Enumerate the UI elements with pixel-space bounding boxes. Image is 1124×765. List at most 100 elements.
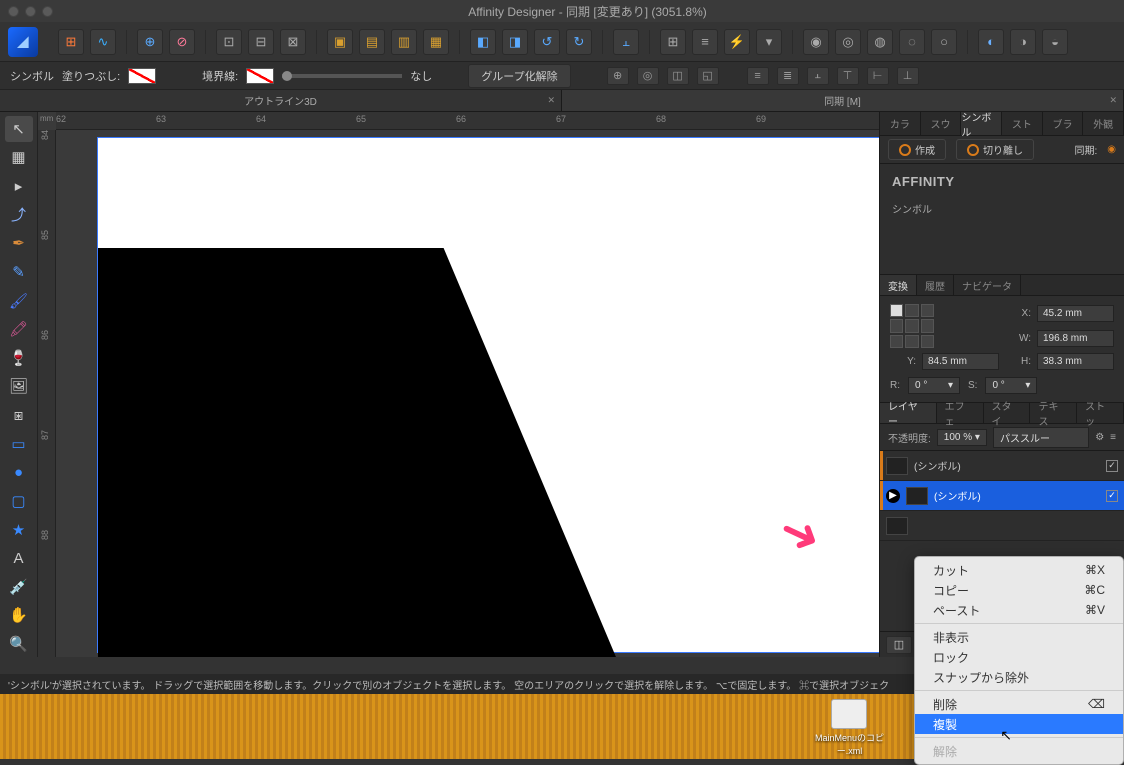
menu-cut[interactable]: カット⌘X xyxy=(915,560,1123,580)
canvas[interactable] xyxy=(56,130,879,657)
flip-v-button[interactable]: ◨ xyxy=(502,29,528,55)
menu-duplicate[interactable]: 複製 xyxy=(915,714,1123,734)
pencil-tool[interactable]: ✎ xyxy=(5,259,33,285)
close-icon[interactable]: ✕ xyxy=(547,95,555,106)
release-button[interactable]: ◒ xyxy=(1042,29,1068,55)
layer-row[interactable] xyxy=(880,511,1124,541)
menu-delete[interactable]: 削除⌫ xyxy=(915,694,1123,714)
text-tool[interactable]: A xyxy=(5,545,33,571)
hand-tool[interactable]: ✋ xyxy=(5,603,33,629)
black-shape-object[interactable] xyxy=(98,248,638,657)
minimize-window-button[interactable] xyxy=(25,6,36,17)
stroke-swatch[interactable] xyxy=(246,68,274,84)
image-tool[interactable]: 🖼 xyxy=(5,374,33,400)
gear-icon[interactable]: ⚙ xyxy=(1095,432,1104,443)
crop-tool[interactable]: ⧆ xyxy=(5,402,33,428)
corner-tool[interactable]: ⤴ xyxy=(5,202,33,228)
bool-add-button[interactable]: ◉ xyxy=(803,29,829,55)
menu-snap-exclude[interactable]: スナップから除外 xyxy=(915,667,1123,687)
grid-button[interactable]: ⊞ xyxy=(660,29,686,55)
tab-symbol[interactable]: シンボル xyxy=(961,112,1002,135)
arrange-back-button[interactable]: ▦ xyxy=(423,29,449,55)
ungroup-button[interactable]: グループ化解除 xyxy=(468,64,570,88)
insert-target-button[interactable]: ⊕ xyxy=(137,29,163,55)
rotation-field[interactable]: 0 °▾ xyxy=(908,377,960,394)
align-middle-icon[interactable]: ⊢ xyxy=(867,67,889,85)
fill-tool[interactable]: 🍷 xyxy=(5,345,33,371)
bool-subtract-button[interactable]: ◎ xyxy=(835,29,861,55)
persona-export-button[interactable]: ∿ xyxy=(90,29,116,55)
tab-history[interactable]: 履歴 xyxy=(917,275,954,295)
corner-button[interactable]: ◐ xyxy=(978,29,1004,55)
align-center-icon[interactable]: ≣ xyxy=(777,67,799,85)
document-tab-1[interactable]: アウトライン3D✕ xyxy=(0,90,562,111)
anchor-picker[interactable] xyxy=(890,304,934,348)
symbol-create-button[interactable]: 作成 xyxy=(888,139,946,160)
symbol-detach-button[interactable]: 切り離し xyxy=(956,139,1034,160)
rectangle-tool[interactable]: ▭ xyxy=(5,431,33,457)
layer-mask-button[interactable]: ◫ xyxy=(886,636,912,654)
bool-combine-button[interactable]: ○ xyxy=(931,29,957,55)
menu-hide[interactable]: 非表示 xyxy=(915,627,1123,647)
tab-stock[interactable]: ストッ xyxy=(1077,403,1124,423)
zoom-tool[interactable]: 🔍 xyxy=(5,631,33,657)
star-tool[interactable]: ★ xyxy=(5,517,33,543)
move-tool[interactable]: ↖ xyxy=(5,116,33,142)
bool-divide-button[interactable]: ◌ xyxy=(899,29,925,55)
select-all-button[interactable]: ⊡ xyxy=(216,29,242,55)
close-window-button[interactable] xyxy=(8,6,19,17)
tab-stroke[interactable]: スト xyxy=(1002,112,1043,135)
visibility-checkbox[interactable]: ✓ xyxy=(1106,490,1118,502)
tab-color[interactable]: カラ xyxy=(880,112,921,135)
ellipse-tool[interactable]: ● xyxy=(5,460,33,486)
brush-tool[interactable]: 🖌 xyxy=(5,288,33,314)
stroke-width-slider[interactable] xyxy=(282,74,402,78)
artboard-tool[interactable]: ▦ xyxy=(5,145,33,171)
snap-options-button[interactable]: ▾ xyxy=(756,29,782,55)
align-top-icon[interactable]: ⊤ xyxy=(837,67,859,85)
blend-mode-select[interactable]: パススルー xyxy=(993,427,1089,448)
symbol-item[interactable]: シンボル xyxy=(892,201,1112,216)
artboard[interactable] xyxy=(98,138,879,652)
fill-swatch[interactable] xyxy=(128,68,156,84)
layer-row[interactable]: (シンボル) ✓ xyxy=(880,451,1124,481)
flip-h-button[interactable]: ◧ xyxy=(470,29,496,55)
persona-pixel-button[interactable]: ⊞ xyxy=(58,29,84,55)
arrange-front-button[interactable]: ▣ xyxy=(327,29,353,55)
eyedropper-tool[interactable]: 💉 xyxy=(5,574,33,600)
visibility-checkbox[interactable]: ✓ xyxy=(1106,460,1118,472)
pen-tool[interactable]: ✒ xyxy=(5,231,33,257)
insert-inside-button[interactable]: ⊘ xyxy=(169,29,195,55)
hide-selection-icon[interactable]: ◎ xyxy=(637,67,659,85)
rotate-cw-button[interactable]: ↻ xyxy=(566,29,592,55)
align-button[interactable]: ⫠ xyxy=(613,29,639,55)
w-field[interactable]: 196.8 mm xyxy=(1037,330,1114,347)
panel-menu-icon[interactable]: ≡ xyxy=(1110,432,1116,443)
select-toggle-button[interactable]: ⊠ xyxy=(280,29,306,55)
tab-brush[interactable]: ブラ xyxy=(1043,112,1084,135)
tab-appearance[interactable]: 外観 xyxy=(1083,112,1124,135)
show-rotation-icon[interactable]: ⊕ xyxy=(607,67,629,85)
h-field[interactable]: 38.3 mm xyxy=(1037,353,1114,370)
tab-swatch[interactable]: スウ xyxy=(921,112,962,135)
rounded-rect-tool[interactable]: ▢ xyxy=(5,488,33,514)
document-tab-2[interactable]: 同期 [M]✕ xyxy=(562,90,1124,111)
tab-layers[interactable]: レイヤー xyxy=(880,403,937,423)
node-tool[interactable]: ▸ xyxy=(5,173,33,199)
tab-styles[interactable]: スタイ xyxy=(984,403,1031,423)
transform-mode-icon[interactable]: ◫ xyxy=(667,67,689,85)
sync-toggle-icon[interactable]: ◉ xyxy=(1107,144,1116,155)
select-same-button[interactable]: ⊟ xyxy=(248,29,274,55)
cycle-select-icon[interactable]: ◱ xyxy=(697,67,719,85)
align-right-icon[interactable]: ⫠ xyxy=(807,67,829,85)
menu-paste[interactable]: ペースト⌘V xyxy=(915,600,1123,620)
tab-text[interactable]: テキス xyxy=(1030,403,1077,423)
opacity-field[interactable]: 100 % ▾ xyxy=(937,429,987,446)
canvas-area[interactable]: mm 62 63 64 65 66 67 68 69 84 85 86 87 8… xyxy=(38,112,879,657)
arrange-forward-button[interactable]: ▤ xyxy=(359,29,385,55)
rotate-ccw-button[interactable]: ↺ xyxy=(534,29,560,55)
shear-field[interactable]: 0 °▾ xyxy=(985,377,1037,394)
x-field[interactable]: 45.2 mm xyxy=(1037,305,1114,322)
baseline-button[interactable]: ≡ xyxy=(692,29,718,55)
expand-icon[interactable]: ▶ xyxy=(886,489,900,503)
